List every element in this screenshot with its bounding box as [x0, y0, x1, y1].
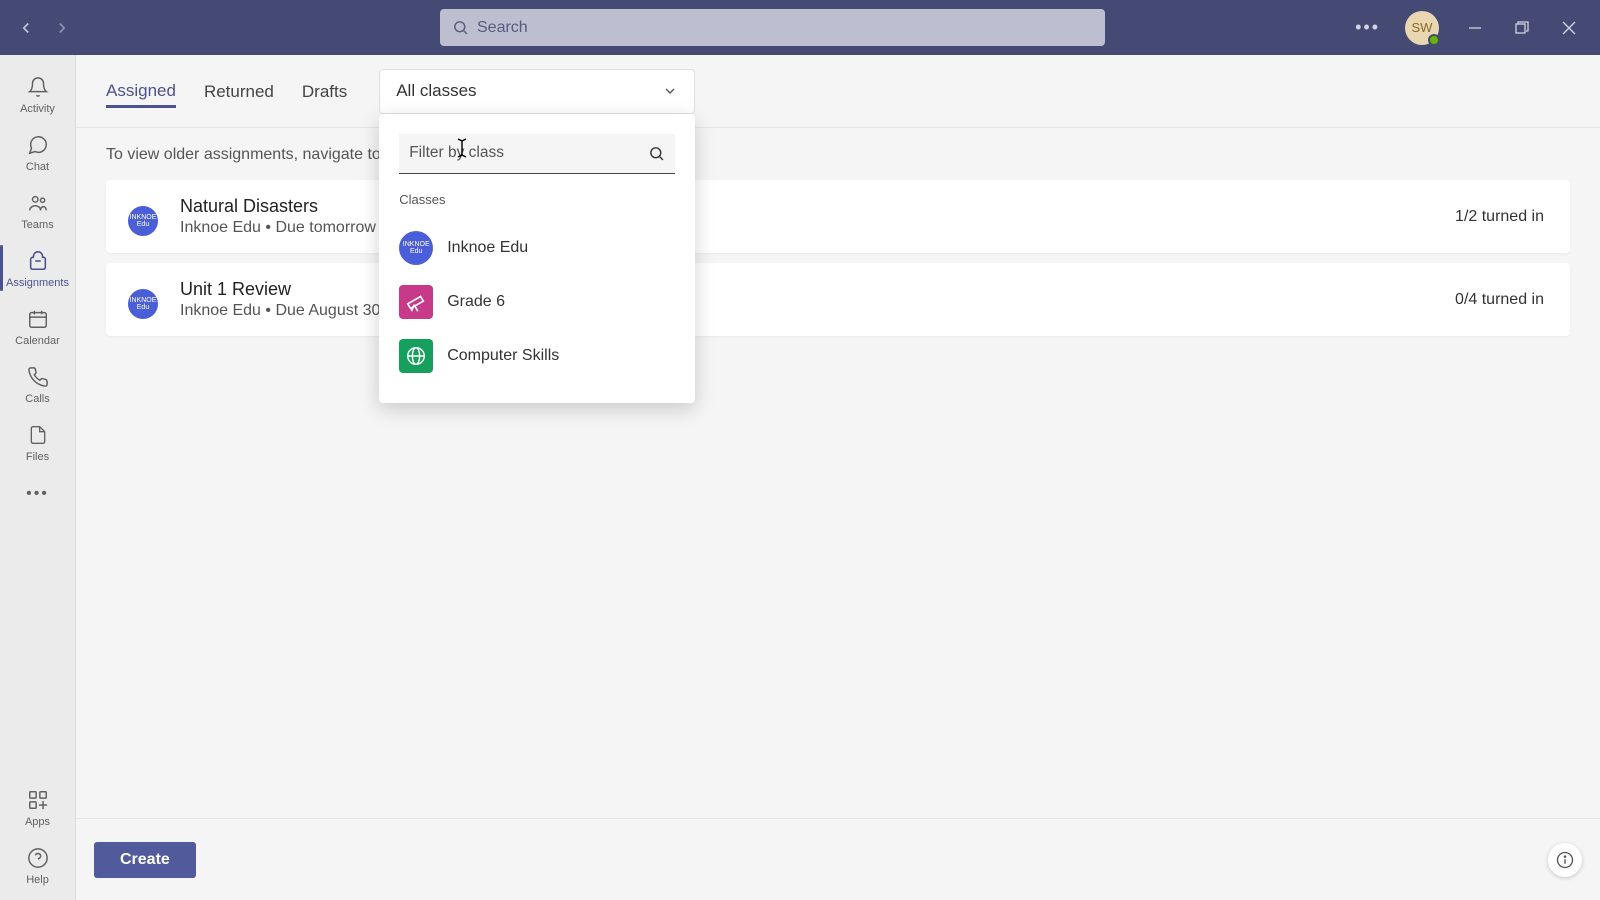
- assignment-status: 1/2 turned in: [1455, 208, 1544, 226]
- minimize-icon: [1468, 21, 1482, 35]
- search-bar[interactable]: [440, 9, 1105, 46]
- class-icon-inknoe: INKNOEEdu: [128, 289, 158, 319]
- chevron-down-icon: [662, 83, 678, 99]
- maximize-button[interactable]: [1511, 17, 1533, 39]
- class-option-computer[interactable]: Computer Skills: [399, 329, 675, 383]
- chevron-right-icon: [53, 19, 71, 37]
- rail-item-assignments[interactable]: Assignments: [0, 239, 75, 297]
- class-filter-selected: All classes: [396, 81, 476, 101]
- rail-item-label: Activity: [20, 103, 55, 115]
- backpack-icon: [26, 249, 50, 273]
- main-content: Assigned Returned Drafts All classes Cla…: [76, 55, 1600, 900]
- class-option-grade6[interactable]: Grade 6: [399, 275, 675, 329]
- chat-icon: [26, 133, 50, 157]
- rail-item-activity[interactable]: Activity: [0, 65, 75, 123]
- rail-more-button[interactable]: •••: [0, 471, 75, 517]
- app-rail: Activity Chat Teams Assignments Calendar: [0, 55, 76, 900]
- search-icon: [452, 19, 469, 36]
- close-button[interactable]: [1558, 17, 1580, 39]
- assignment-card-body: Natural Disasters Inknoe Edu • Due tomor…: [180, 196, 1455, 237]
- search-input[interactable]: [477, 19, 1093, 37]
- assignment-subtitle: Inknoe Edu • Due August 30, 2021 11:59 P…: [180, 302, 1455, 320]
- minimize-button[interactable]: [1464, 17, 1486, 39]
- chevron-left-icon: [17, 19, 35, 37]
- search-icon: [648, 145, 665, 162]
- info-button[interactable]: [1548, 843, 1582, 877]
- history-nav: [8, 18, 72, 38]
- assignments-body: To view older assignments, navigate to a…: [76, 127, 1600, 818]
- info-icon: [1556, 851, 1574, 869]
- rail-item-teams[interactable]: Teams: [0, 181, 75, 239]
- rail-item-chat[interactable]: Chat: [0, 123, 75, 181]
- more-menu-button[interactable]: •••: [1355, 17, 1380, 38]
- rail-item-label: Calendar: [15, 335, 60, 347]
- forward-button[interactable]: [52, 18, 72, 38]
- assignment-card-body: Unit 1 Review Inknoe Edu • Due August 30…: [180, 279, 1455, 320]
- rail-item-calendar[interactable]: Calendar: [0, 297, 75, 355]
- assignment-card[interactable]: INKNOEEdu Unit 1 Review Inknoe Edu • Due…: [106, 263, 1570, 336]
- class-filter-dropdown[interactable]: All classes Classes INKNOEEdu Inknoe Edu: [379, 69, 695, 114]
- bell-icon: [26, 75, 50, 99]
- close-icon: [1562, 21, 1576, 35]
- create-button[interactable]: Create: [94, 842, 196, 878]
- file-icon: [26, 423, 50, 447]
- rail-item-files[interactable]: Files: [0, 413, 75, 471]
- assignment-status: 0/4 turned in: [1455, 291, 1544, 309]
- phone-icon: [26, 365, 50, 389]
- class-icon-inknoe: INKNOEEdu: [399, 231, 433, 265]
- presence-available-icon: [1428, 34, 1440, 46]
- teams-icon: [26, 191, 50, 215]
- assignment-title: Unit 1 Review: [180, 279, 1455, 300]
- class-option-inknoe[interactable]: INKNOEEdu Inknoe Edu: [399, 221, 675, 275]
- rail-item-calls[interactable]: Calls: [0, 355, 75, 413]
- dropdown-heading: Classes: [399, 192, 675, 207]
- rail-item-label: Files: [26, 451, 49, 463]
- help-icon: [26, 846, 50, 870]
- rail-item-label: Apps: [25, 816, 50, 828]
- rail-item-help[interactable]: Help: [0, 836, 75, 900]
- tab-drafts[interactable]: Drafts: [302, 76, 347, 106]
- rail-item-label: Chat: [26, 161, 49, 173]
- older-assignments-hint: To view older assignments, navigate to a…: [106, 146, 1570, 164]
- rail-item-apps[interactable]: Apps: [0, 778, 75, 836]
- assignment-subtitle: Inknoe Edu • Due tomorrow at 11:59 PM: [180, 219, 1455, 237]
- rail-item-label: Help: [26, 874, 49, 886]
- rail-item-label: Assignments: [6, 277, 69, 289]
- class-option-label: Inknoe Edu: [447, 239, 528, 257]
- avatar[interactable]: SW: [1405, 11, 1439, 45]
- filter-input-wrap: [399, 134, 675, 174]
- assignment-card[interactable]: INKNOEEdu Natural Disasters Inknoe Edu •…: [106, 180, 1570, 253]
- title-bar: ••• SW: [0, 0, 1600, 55]
- footer-bar: Create: [76, 818, 1600, 900]
- title-right-controls: ••• SW: [1355, 11, 1592, 45]
- apps-icon: [26, 788, 50, 812]
- class-option-label: Computer Skills: [447, 347, 559, 365]
- calendar-icon: [26, 307, 50, 331]
- class-icon-telescope: [399, 285, 433, 319]
- class-icon-inknoe: INKNOEEdu: [128, 206, 158, 236]
- class-filter-panel: Classes INKNOEEdu Inknoe Edu Grade 6: [379, 114, 695, 403]
- avatar-initials: SW: [1412, 20, 1433, 35]
- tab-returned[interactable]: Returned: [204, 76, 274, 106]
- filter-input[interactable]: [409, 144, 648, 162]
- rail-item-label: Teams: [21, 219, 53, 231]
- assignment-title: Natural Disasters: [180, 196, 1455, 217]
- class-icon-globe: [399, 339, 433, 373]
- back-button[interactable]: [16, 18, 36, 38]
- rail-item-label: Calls: [25, 393, 49, 405]
- tab-assigned[interactable]: Assigned: [106, 75, 176, 108]
- dots-horizontal-icon: •••: [26, 485, 49, 502]
- maximize-icon: [1515, 21, 1529, 35]
- assignments-tabs: Assigned Returned Drafts All classes Cla…: [76, 55, 1600, 127]
- class-option-label: Grade 6: [447, 293, 505, 311]
